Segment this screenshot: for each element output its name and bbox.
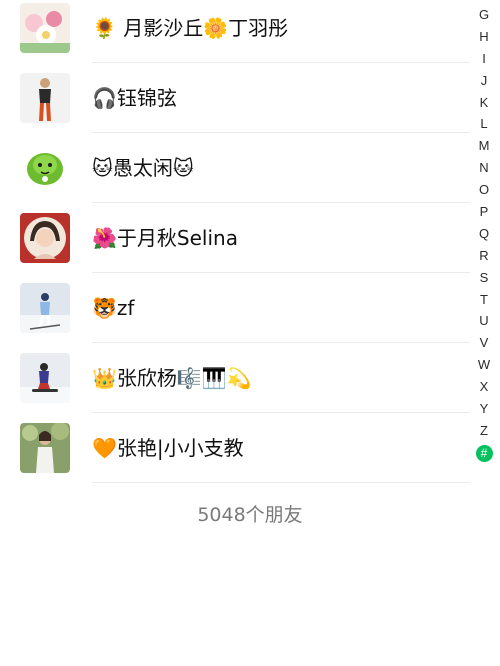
index-letter-k[interactable]: K bbox=[470, 92, 498, 114]
index-letter-y[interactable]: Y bbox=[470, 398, 498, 420]
index-letter-z[interactable]: Z bbox=[470, 420, 498, 442]
index-letter-x[interactable]: X bbox=[470, 376, 498, 398]
contact-name: 🧡张艳|小小支教 bbox=[92, 436, 244, 460]
index-letter-g[interactable]: G bbox=[470, 4, 498, 26]
contact-name: 🐱愚太闲🐱 bbox=[92, 156, 194, 180]
contact-name: 🌺于月秋Selina bbox=[92, 226, 238, 250]
contact-row[interactable]: 🌻 月影沙丘🌼丁羽彤 bbox=[0, 0, 470, 63]
index-letter-w[interactable]: W bbox=[470, 354, 498, 376]
contact-name: 🎧钰锦弦 bbox=[92, 86, 177, 110]
contact-name: 👑张欣杨🎼🎹💫 bbox=[92, 366, 252, 390]
contact-avatar[interactable] bbox=[20, 423, 70, 473]
index-letter-p[interactable]: P bbox=[470, 201, 498, 223]
contact-avatar[interactable] bbox=[20, 143, 70, 193]
index-letter-u[interactable]: U bbox=[470, 310, 498, 332]
index-letter-hash[interactable]: # bbox=[470, 442, 498, 464]
contact-row[interactable]: 🐱愚太闲🐱 bbox=[0, 133, 470, 203]
index-letter-v[interactable]: V bbox=[470, 332, 498, 354]
contact-row[interactable]: 🐯zf bbox=[0, 273, 470, 343]
contact-avatar[interactable] bbox=[20, 353, 70, 403]
index-letter-h[interactable]: H bbox=[470, 26, 498, 48]
friend-count: 5048个朋友 bbox=[197, 504, 303, 526]
alphabet-index-bar[interactable]: G H I J K L M N O P Q R S T U V W X Y Z … bbox=[470, 4, 498, 464]
contact-name: 🐯zf bbox=[92, 296, 135, 320]
index-letter-t[interactable]: T bbox=[470, 289, 498, 311]
index-letter-n[interactable]: N bbox=[470, 157, 498, 179]
contact-avatar[interactable] bbox=[20, 283, 70, 333]
index-letter-j[interactable]: J bbox=[470, 70, 498, 92]
index-letter-i[interactable]: I bbox=[470, 48, 498, 70]
contact-avatar[interactable] bbox=[20, 3, 70, 53]
contact-row[interactable]: 🎧钰锦弦 bbox=[0, 63, 470, 133]
contact-row[interactable]: 🌺于月秋Selina bbox=[0, 203, 470, 273]
index-letter-l[interactable]: L bbox=[470, 113, 498, 135]
row-divider bbox=[92, 482, 470, 483]
index-letter-r[interactable]: R bbox=[470, 245, 498, 267]
index-letter-hash-label: # bbox=[475, 444, 493, 462]
index-letter-q[interactable]: Q bbox=[470, 223, 498, 245]
contact-row[interactable]: 🧡张艳|小小支教 bbox=[0, 413, 470, 483]
contact-avatar[interactable] bbox=[20, 213, 70, 263]
contact-row[interactable]: 👑张欣杨🎼🎹💫 bbox=[0, 343, 470, 413]
contact-avatar[interactable] bbox=[20, 73, 70, 123]
index-letter-s[interactable]: S bbox=[470, 267, 498, 289]
contact-name: 🌻 月影沙丘🌼丁羽彤 bbox=[92, 16, 289, 40]
index-letter-o[interactable]: O bbox=[470, 179, 498, 201]
index-letter-m[interactable]: M bbox=[470, 135, 498, 157]
